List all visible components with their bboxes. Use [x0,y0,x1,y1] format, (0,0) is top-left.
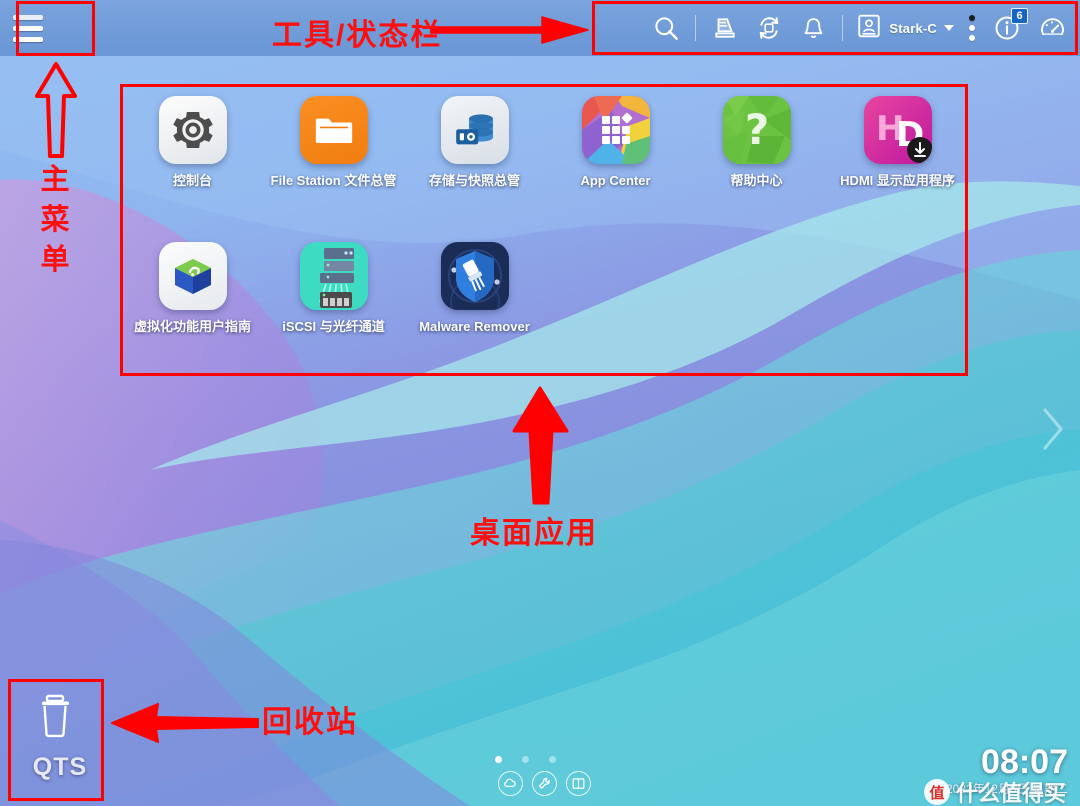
desktop-app-file-station[interactable]: File Station 文件总管 [263,86,404,232]
recycle-bin[interactable]: QTS [16,684,104,790]
watermark-logo-icon: 值 [923,779,950,805]
dashboard-gauge-icon[interactable] [1030,0,1074,56]
desktop-app-label: 控制台 [172,173,212,188]
desktop-app-label: 虚拟化功能用户指南 [133,319,251,334]
hamburger-bar [13,14,43,20]
info-badge: 6 [1011,8,1028,24]
file-station-icon [299,96,368,164]
desktop-app-label: App Center [580,173,651,188]
cloud-link-icon[interactable] [498,771,523,796]
desktop-app-storage-snapshot[interactable]: 存储与快照总管 [404,86,545,232]
recycle-bin-label: QTS [32,753,88,781]
pager-dot-1[interactable] [495,756,502,763]
dot [969,15,975,21]
desktop-app-help-center[interactable]: ? 帮助中心 [686,86,827,232]
desktop-dock [498,771,591,796]
iscsi-fibre-channel-icon [299,242,368,310]
malware-remover-icon [440,242,509,310]
dot [969,25,975,31]
hamburger-bar [13,36,43,42]
hamburger-bar [13,25,43,31]
trash-icon [37,692,83,751]
search-icon[interactable] [644,0,688,56]
desktop-app-iscsi[interactable]: iSCSI 与光纤通道 [263,232,404,378]
storage-snapshot-icon [440,96,509,164]
tools-icon[interactable] [532,771,557,796]
virtualization-guide-icon [158,242,227,310]
desktop-app-malware-remover[interactable]: Malware Remover [404,232,545,378]
three-dots-icon[interactable] [960,0,984,56]
chevron-down-icon [944,25,954,31]
desktop-app-control-panel[interactable]: 控制台 [122,86,263,232]
desktop-app-grid: 控制台 File Station 文件总管 存储与快照总管 App Center… [122,86,968,378]
desktop-app-label: Malware Remover [419,319,530,334]
top-toolbar: Stark-C 6 [0,0,1080,56]
desktop-app-label: 存储与快照总管 [428,173,520,188]
desktop-app-label: HDMI 显示应用程序 [840,173,955,188]
hdmi-app-icon: H D [863,96,932,164]
desktop-app-label: File Station 文件总管 [270,173,397,188]
clock-time: 08:07 [981,743,1068,781]
main-menu-button[interactable] [0,0,56,56]
control-panel-icon [158,96,227,164]
help-center-icon: ? [722,96,791,164]
user-menu[interactable]: Stark-C [850,0,960,56]
toolbar-divider [842,15,844,41]
desktop-app-label: iSCSI 与光纤通道 [282,319,385,334]
toolbar-right-group: Stark-C 6 [644,0,1080,56]
toolbar-divider [695,15,697,41]
dot [969,35,975,41]
user-name: Stark-C [889,20,937,36]
printer-icon[interactable] [703,0,747,56]
desktop-app-virtualization-guide[interactable]: 虚拟化功能用户指南 [122,232,263,378]
window-layout-icon[interactable] [566,771,591,796]
desktop-app-app-center[interactable]: App Center [545,86,686,232]
desktop-app-hdmi[interactable]: H D HDMI 显示应用程序 [827,86,968,232]
pager-dot-3[interactable] [549,756,556,763]
watermark-text: 什么值得买 [955,781,1066,806]
watermark: 值 什么值得买 [923,776,1066,806]
desktop-app-label: 帮助中心 [730,173,783,188]
app-center-icon [581,96,650,164]
sync-icon[interactable] [747,0,791,56]
user-avatar-icon [856,13,882,44]
chevron-right-icon[interactable] [1040,405,1066,453]
pager-dot-2[interactable] [522,756,529,763]
svg-text:?: ? [744,105,768,154]
bell-icon[interactable] [791,0,835,56]
desktop-pager [495,756,556,763]
info-icon[interactable]: 6 [984,0,1030,56]
